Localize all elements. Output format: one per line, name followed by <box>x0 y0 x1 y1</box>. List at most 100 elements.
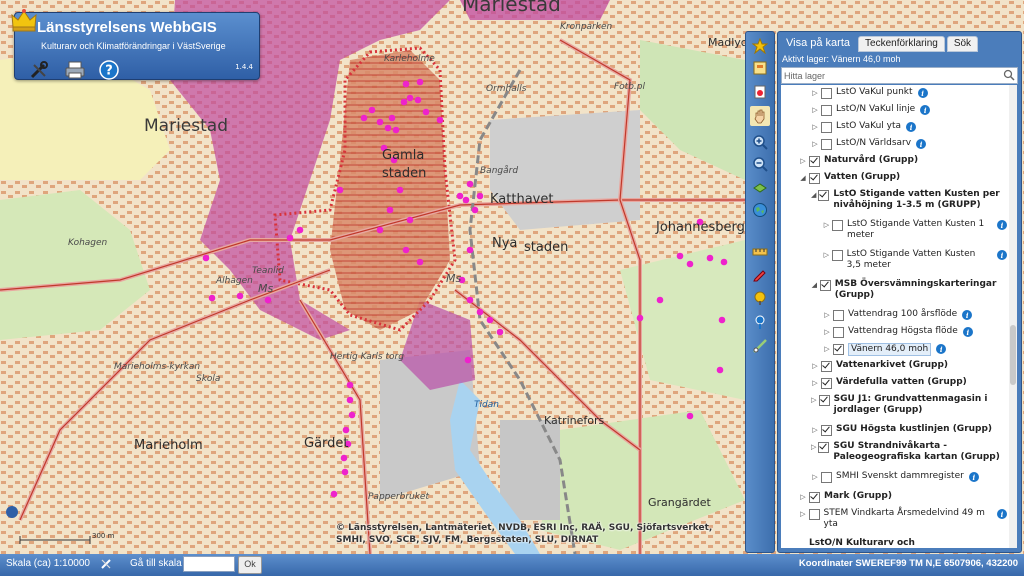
layer-checkbox[interactable] <box>818 395 830 406</box>
heritage-point[interactable] <box>676 252 684 260</box>
layer-tree-row[interactable]: ▷ LstO/N Världsarv i <box>811 138 1007 152</box>
heritage-point[interactable] <box>376 226 384 234</box>
heritage-point[interactable] <box>264 296 272 304</box>
heritage-point[interactable] <box>686 412 694 420</box>
heritage-point[interactable] <box>346 396 354 404</box>
info-icon[interactable]: i <box>968 472 979 482</box>
draw-button[interactable] <box>750 264 770 284</box>
heritage-point[interactable] <box>471 206 479 214</box>
heritage-point[interactable] <box>414 96 422 104</box>
layer-tree-row[interactable]: ▷ Vattendrag Högsta flöde i <box>823 326 1007 340</box>
layer-tree-row[interactable]: ▷ LstO VaKul punkt i <box>811 87 1007 101</box>
layer-tree-row[interactable]: ▷ Vattenarkivet (Grupp) <box>811 360 1007 374</box>
info-icon[interactable]: i <box>916 139 927 149</box>
heritage-point[interactable] <box>376 118 384 126</box>
collapsed-arrow-icon[interactable]: ▷ <box>823 343 831 355</box>
heritage-point[interactable] <box>716 366 724 374</box>
tab-sok[interactable]: Sök <box>946 36 979 52</box>
layer-checkbox[interactable] <box>833 344 844 355</box>
collapsed-arrow-icon[interactable]: ▷ <box>811 138 819 150</box>
tools-button[interactable] <box>27 59 51 81</box>
heritage-point[interactable] <box>486 316 494 324</box>
layer-tree-row[interactable]: ◢ Vatten (Grupp) <box>799 172 1007 186</box>
collapsed-arrow-icon[interactable]: ▷ <box>799 155 807 167</box>
full-extent-button[interactable] <box>750 178 770 198</box>
heritage-point[interactable] <box>466 296 474 304</box>
layer-checkbox[interactable] <box>833 327 844 338</box>
heritage-point[interactable] <box>384 124 392 132</box>
heritage-point[interactable] <box>348 411 356 419</box>
info-icon[interactable]: i <box>997 509 1007 519</box>
heritage-point[interactable] <box>466 246 474 254</box>
heritage-point[interactable] <box>342 426 350 434</box>
layer-tree-row[interactable]: ▷ Vänern 46,0 moh i <box>823 343 1007 357</box>
expanded-arrow-icon[interactable]: ◢ <box>811 189 816 201</box>
heritage-point[interactable] <box>346 381 354 389</box>
layer-checkbox[interactable] <box>821 472 832 483</box>
heritage-point[interactable] <box>636 314 644 322</box>
collapsed-arrow-icon[interactable]: ▷ <box>811 121 819 133</box>
heritage-point[interactable] <box>236 292 244 300</box>
heritage-point[interactable] <box>336 186 344 194</box>
layer-checkbox[interactable] <box>821 378 832 389</box>
heritage-point[interactable] <box>496 328 504 336</box>
layer-checkbox[interactable] <box>831 220 843 231</box>
layer-checkbox[interactable] <box>809 156 820 167</box>
layer-tree-row[interactable]: LstO/N Kulturarv och <box>799 538 1007 548</box>
layer-tree-row[interactable]: ◢ LstO Stigande vatten Kusten per nivåhöj… <box>811 189 1007 210</box>
search-icon[interactable] <box>1003 69 1015 81</box>
heritage-point[interactable] <box>388 114 396 122</box>
ok-button[interactable]: Ok <box>238 556 262 574</box>
heritage-point[interactable] <box>718 316 726 324</box>
layer-tree-row[interactable]: ▷ SGU Högsta kustlinjen (Grupp) <box>811 424 1007 438</box>
layer-checkbox[interactable] <box>809 173 820 184</box>
measure-button[interactable] <box>750 242 770 262</box>
heritage-point[interactable] <box>416 78 424 86</box>
heritage-point[interactable] <box>392 126 400 134</box>
heritage-point[interactable] <box>296 226 304 234</box>
info-icon[interactable]: i <box>906 122 917 132</box>
info-icon[interactable]: i <box>997 220 1007 230</box>
info-icon[interactable]: i <box>962 310 973 320</box>
layer-checkbox[interactable] <box>821 425 832 436</box>
collapsed-arrow-icon[interactable]: ▷ <box>811 394 817 406</box>
layer-checkbox[interactable] <box>821 139 832 150</box>
layer-tree-row[interactable]: ▷ SGU J1: Grundvattenmagasin i jordlager … <box>811 394 1007 415</box>
layer-checkbox[interactable] <box>819 280 831 291</box>
heritage-point[interactable] <box>368 106 376 114</box>
info-icon[interactable]: i <box>962 327 973 337</box>
heritage-point[interactable] <box>656 296 664 304</box>
select-button[interactable] <box>750 336 770 356</box>
layer-tree-row[interactable]: ▷ Vattendrag 100 årsflöde i <box>823 309 1007 323</box>
heritage-point[interactable] <box>720 258 728 266</box>
heritage-point[interactable] <box>706 254 714 262</box>
layer-search-input[interactable] <box>784 68 994 83</box>
heritage-point[interactable] <box>402 80 410 88</box>
layer-tree-row[interactable]: ▷ LstO VaKul yta i <box>811 121 1007 135</box>
heritage-point[interactable] <box>406 94 414 102</box>
heritage-point[interactable] <box>400 98 408 106</box>
heritage-point[interactable] <box>340 454 348 462</box>
heritage-point[interactable] <box>286 234 294 242</box>
layer-tree-row[interactable]: ▷ SMHI Svenskt dammregister i <box>811 471 1007 485</box>
heritage-point[interactable] <box>402 246 410 254</box>
heritage-point[interactable] <box>436 116 444 124</box>
info-icon[interactable]: i <box>997 250 1007 260</box>
layer-checkbox[interactable] <box>809 492 820 503</box>
info-icon[interactable]: i <box>920 105 931 115</box>
heritage-point[interactable] <box>422 108 430 116</box>
layers-button[interactable] <box>750 58 770 78</box>
layer-tree-row[interactable]: ▷ SGU Strandnivåkarta - Paleogeografiska … <box>811 441 1007 462</box>
layer-tree-row[interactable]: ▷ LstO/N VaKul linje i <box>811 104 1007 118</box>
collapsed-arrow-icon[interactable]: ▷ <box>799 491 807 503</box>
heritage-point[interactable] <box>686 260 694 268</box>
heritage-point[interactable] <box>416 258 424 266</box>
zoom-in-button[interactable] <box>750 132 770 152</box>
expanded-arrow-icon[interactable]: ◢ <box>799 172 807 184</box>
layer-checkbox[interactable] <box>821 361 832 372</box>
collapsed-arrow-icon[interactable]: ▷ <box>811 87 819 99</box>
layer-checkbox[interactable] <box>831 250 843 261</box>
layer-tree-row[interactable]: ▷ LstO Stigande Vatten Kusten 1 meter i <box>823 219 1007 240</box>
layer-checkbox[interactable] <box>821 88 832 99</box>
layer-checkbox[interactable] <box>808 509 820 520</box>
